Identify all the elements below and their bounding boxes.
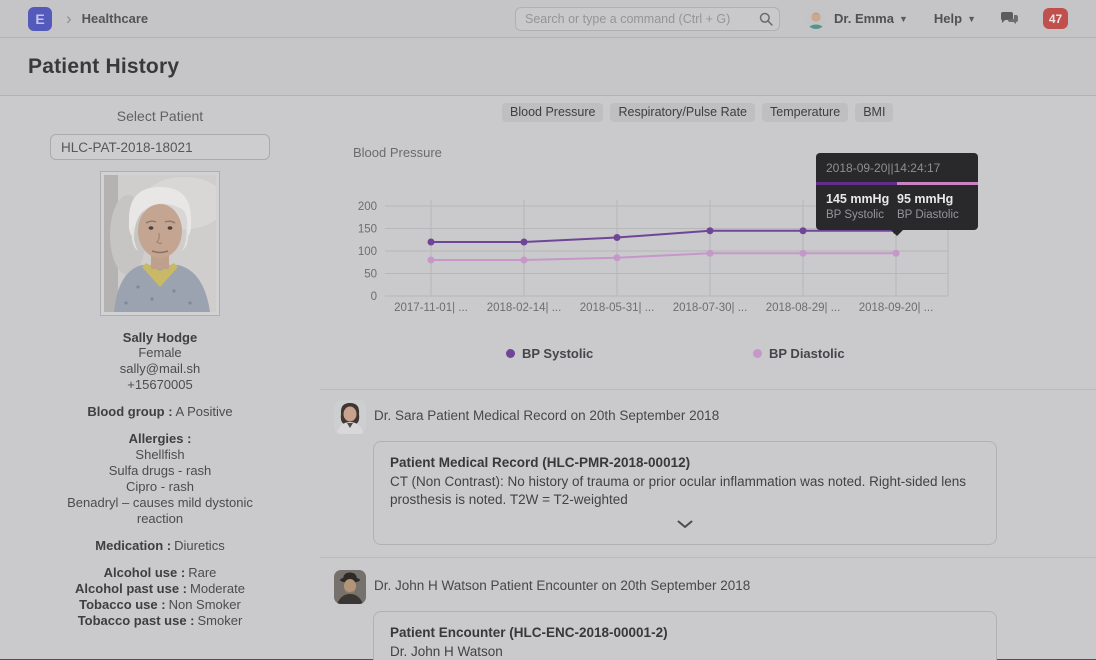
record-heading: Dr. Sara Patient Medical Record on 20th … — [374, 408, 719, 423]
tab-respiratory-pulse-rate[interactable]: Respiratory/Pulse Rate — [610, 103, 755, 122]
svg-text:2018-02-14| ...: 2018-02-14| ... — [487, 302, 562, 314]
doctor-avatar — [334, 570, 366, 604]
page-title: Patient History — [28, 55, 179, 79]
allergy-item: Cipro - rash — [45, 479, 275, 495]
record-heading: Dr. John H Watson Patient Encounter on 2… — [374, 578, 750, 593]
page-header: Patient History — [0, 38, 1096, 96]
tooltip-systolic-color-bar — [816, 182, 897, 185]
record-title: Patient Encounter (HLC-ENC-2018-00001-2) — [390, 625, 980, 640]
vitals-tabs: Blood Pressure Respiratory/Pulse Rate Te… — [502, 103, 893, 122]
user-avatar — [806, 9, 826, 29]
svg-text:100: 100 — [358, 246, 377, 258]
chat-icon[interactable] — [1000, 11, 1019, 27]
breadcrumb[interactable]: Healthcare — [82, 11, 148, 26]
record-title: Patient Medical Record (HLC-PMR-2018-000… — [390, 455, 980, 470]
tooltip-diastolic-color-bar — [897, 182, 978, 185]
allergy-item: Sulfa drugs - rash — [45, 463, 275, 479]
user-name: Dr. Emma — [834, 11, 894, 26]
svg-text:0: 0 — [371, 291, 377, 303]
tooltip-timestamp: 2018-09-20||14:24:17 — [826, 161, 968, 175]
patient-sidebar: Select Patient — [0, 96, 320, 659]
svg-text:2017-11-01| ...: 2017-11-01| ... — [394, 302, 468, 314]
chart-title: Blood Pressure — [353, 145, 442, 160]
tab-blood-pressure[interactable]: Blood Pressure — [502, 103, 603, 122]
navbar-right: Dr. Emma ▼ Help ▼ 47 — [515, 7, 1068, 31]
chevron-right-icon: › — [66, 10, 72, 27]
patient-phone: +15670005 — [0, 377, 320, 393]
tooltip-systolic: 145 mmHg BP Systolic — [826, 192, 897, 221]
record-card: Patient Encounter (HLC-ENC-2018-00001-2)… — [373, 611, 997, 660]
record-card: Patient Medical Record (HLC-PMR-2018-000… — [373, 441, 997, 545]
expand-record-button[interactable] — [671, 515, 699, 534]
svg-text:2018-08-29| ...: 2018-08-29| ... — [766, 302, 841, 314]
patient-name: Sally Hodge — [0, 330, 320, 345]
allergy-item: Shellfish — [45, 447, 275, 463]
legend-bp-systolic[interactable]: BP Systolic — [506, 346, 593, 361]
app-logo-letter: E — [35, 11, 44, 27]
tobacco-past-use: Tobacco past use :Smoker — [0, 613, 320, 629]
svg-text:2018-07-30| ...: 2018-07-30| ... — [673, 302, 748, 314]
medication: Medication :Diuretics — [0, 538, 320, 554]
search-input[interactable] — [515, 7, 780, 31]
record-medical-record: Dr. Sara Patient Medical Record on 20th … — [320, 400, 1096, 545]
record-body: CT (Non Contrast): No history of trauma … — [390, 473, 980, 508]
svg-text:2018-05-31| ...: 2018-05-31| ... — [580, 302, 655, 314]
patient-select-input[interactable] — [50, 134, 270, 160]
tab-temperature[interactable]: Temperature — [762, 103, 848, 122]
help-menu[interactable]: Help ▼ — [934, 11, 976, 26]
notification-badge[interactable]: 47 — [1043, 8, 1068, 29]
record-patient-encounter: Dr. John H Watson Patient Encounter on 2… — [320, 570, 1096, 660]
tab-bmi[interactable]: BMI — [855, 103, 893, 122]
tooltip-diastolic: 95 mmHg BP Diastolic — [897, 192, 968, 221]
tobacco-use: Tobacco use :Non Smoker — [0, 597, 320, 613]
app-window: E › Healthcare — [0, 0, 1096, 660]
navbar: E › Healthcare — [0, 0, 1096, 38]
svg-text:150: 150 — [358, 224, 377, 236]
svg-text:2018-09-20| ...: 2018-09-20| ... — [859, 302, 934, 314]
tooltip-divider — [816, 182, 978, 185]
svg-text:200: 200 — [358, 201, 377, 213]
legend-dot-icon — [753, 349, 762, 358]
global-search — [515, 7, 780, 31]
legend-bp-diastolic[interactable]: BP Diastolic — [753, 346, 845, 361]
alcohol-use: Alcohol use :Rare — [0, 565, 320, 581]
timeline-records: Dr. Sara Patient Medical Record on 20th … — [320, 389, 1096, 660]
select-patient-label: Select Patient — [0, 108, 320, 124]
blood-group: Blood group :A Positive — [0, 404, 320, 420]
chart-tooltip: 2018-09-20||14:24:17 145 mmHg BP Systoli… — [816, 153, 978, 230]
patient-gender: Female — [0, 345, 320, 361]
patient-photo — [100, 171, 220, 316]
record-doctor: Dr. John H Watson — [390, 643, 980, 660]
content: Select Patient — [0, 96, 1096, 659]
allergy-item: Benadryl – causes mild dystonic reaction — [45, 495, 275, 527]
allergies-label: Allergies : — [0, 431, 320, 447]
chevron-down-icon: ▼ — [967, 14, 976, 24]
chevron-down-icon: ▼ — [899, 14, 908, 24]
app-logo[interactable]: E — [28, 7, 52, 31]
user-menu[interactable]: Dr. Emma ▼ — [806, 9, 908, 29]
patient-email: sally@mail.sh — [0, 361, 320, 377]
help-label: Help — [934, 11, 962, 26]
svg-text:50: 50 — [364, 269, 377, 281]
main-panel: Blood Pressure Respiratory/Pulse Rate Te… — [320, 96, 1096, 659]
chevron-down-icon — [677, 520, 693, 529]
legend-dot-icon — [506, 349, 515, 358]
alcohol-past-use: Alcohol past use :Moderate — [0, 581, 320, 597]
chart-legend: BP Systolic BP Diastolic — [320, 346, 980, 362]
search-icon[interactable] — [759, 12, 773, 26]
doctor-avatar — [334, 400, 366, 434]
navbar-left: E › Healthcare — [28, 7, 148, 31]
record-divider — [320, 557, 1096, 558]
